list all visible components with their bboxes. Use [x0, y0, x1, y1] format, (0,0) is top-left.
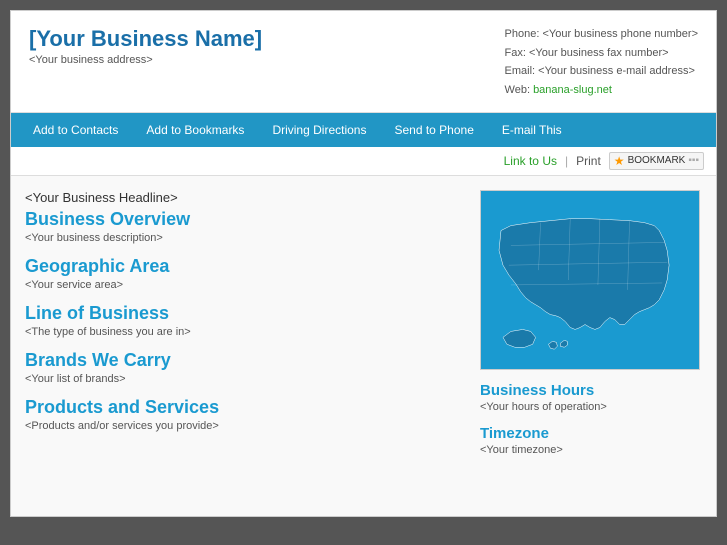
- business-headline: <Your Business Headline>: [25, 190, 462, 205]
- section-title-2: Line of Business: [25, 303, 462, 324]
- nav-add-to-contacts[interactable]: Add to Contacts: [19, 113, 132, 147]
- navbar: Add to Contacts Add to Bookmarks Driving…: [11, 113, 716, 147]
- bookmark-button[interactable]: ★ BOOKMARK ▪▪▪: [609, 152, 704, 170]
- bookmark-icon: ★: [614, 154, 625, 168]
- section-title-3: Brands We Carry: [25, 350, 462, 371]
- nav-send-to-phone[interactable]: Send to Phone: [380, 113, 487, 147]
- toolbar-separator: |: [565, 154, 568, 168]
- phone-info: Phone: <Your business phone number>: [505, 25, 698, 44]
- header: [Your Business Name] <Your business addr…: [11, 11, 716, 113]
- business-address: <Your business address>: [29, 54, 262, 66]
- print-button[interactable]: Print: [576, 154, 601, 168]
- us-map-svg: [481, 191, 699, 369]
- left-column: <Your Business Headline> Business Overvi…: [25, 190, 480, 502]
- fax-info: Fax: <Your business fax number>: [505, 44, 698, 63]
- main-content: <Your Business Headline> Business Overvi…: [11, 176, 716, 516]
- right-column: Business Hours <Your hours of operation>…: [480, 190, 702, 502]
- web-info: Web: banana-slug.net: [505, 81, 698, 100]
- nav-driving-directions[interactable]: Driving Directions: [258, 113, 380, 147]
- business-name: [Your Business Name]: [29, 25, 262, 54]
- section-title-4: Products and Services: [25, 397, 462, 418]
- section-desc-3: <Your list of brands>: [25, 373, 462, 385]
- nav-email-this[interactable]: E-mail This: [488, 113, 576, 147]
- map-container: [480, 190, 700, 370]
- sidebar-desc-0: <Your hours of operation>: [480, 401, 702, 413]
- section-desc-1: <Your service area>: [25, 279, 462, 291]
- link-to-us-button[interactable]: Link to Us: [504, 154, 557, 168]
- header-right: Phone: <Your business phone number> Fax:…: [505, 25, 698, 100]
- page-wrapper: [Your Business Name] <Your business addr…: [10, 10, 717, 517]
- bookmark-label: BOOKMARK: [628, 155, 686, 166]
- bookmark-extra-icons: ▪▪▪: [688, 155, 699, 166]
- section-desc-2: <The type of business you are in>: [25, 326, 462, 338]
- section-title-1: Geographic Area: [25, 256, 462, 277]
- header-left: [Your Business Name] <Your business addr…: [29, 25, 262, 66]
- email-info: Email: <Your business e-mail address>: [505, 62, 698, 81]
- section-desc-0: <Your business description>: [25, 232, 462, 244]
- web-link[interactable]: banana-slug.net: [533, 84, 612, 96]
- sidebar-title-0: Business Hours: [480, 382, 702, 399]
- section-title-0: Business Overview: [25, 209, 462, 230]
- section-desc-4: <Products and/or services you provide>: [25, 420, 462, 432]
- sidebar-title-1: Timezone: [480, 425, 702, 442]
- nav-add-to-bookmarks[interactable]: Add to Bookmarks: [132, 113, 258, 147]
- toolbar: Link to Us | Print ★ BOOKMARK ▪▪▪: [11, 147, 716, 176]
- sidebar-desc-1: <Your timezone>: [480, 444, 702, 456]
